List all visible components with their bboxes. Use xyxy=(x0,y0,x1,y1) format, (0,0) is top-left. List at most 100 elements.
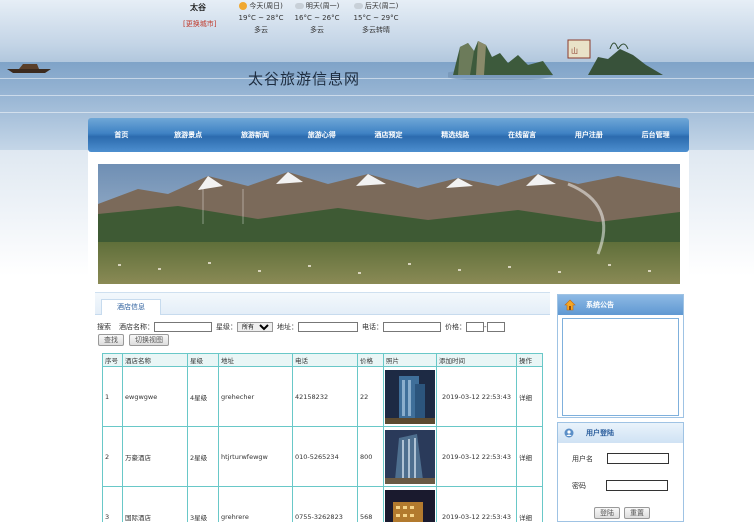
weather-day: 后天(周二) xyxy=(364,2,399,10)
hotel-photo-image[interactable] xyxy=(385,429,435,484)
cell-phone: 0755-3262823 xyxy=(292,486,358,522)
col-header-name: 酒店名称 xyxy=(122,353,188,367)
detail-link[interactable]: 详细 xyxy=(516,486,543,522)
wave-line xyxy=(0,95,754,96)
password-input[interactable] xyxy=(606,480,668,491)
col-header-photo: 照片 xyxy=(383,353,437,367)
nav-register[interactable]: 用户注册 xyxy=(555,130,622,140)
weather-temp: 19°C ~ 28°C xyxy=(238,14,284,22)
cell-phone: 010-5265234 xyxy=(292,426,358,487)
cell-price: 800 xyxy=(357,426,384,487)
nav-attractions[interactable]: 旅游景点 xyxy=(155,130,222,140)
weather-desc: 多云转晴 xyxy=(362,26,390,34)
cell-phone: 42158232 xyxy=(292,366,358,427)
cell-photo xyxy=(383,486,437,522)
col-header-phone: 电话 xyxy=(292,353,358,367)
weather-desc: 多云 xyxy=(310,26,324,34)
col-header-time: 添加时间 xyxy=(436,353,517,367)
reset-button[interactable]: 重置 xyxy=(624,507,650,519)
cell-star: 3星级 xyxy=(187,486,219,522)
weather-day-after: 后天(周二) 15°C ~ 29°C 多云转晴 xyxy=(346,0,406,36)
login-button[interactable]: 登陆 xyxy=(594,507,620,519)
table-row: 3 国际酒店 3星级 grehrere 0755-3262823 568 201… xyxy=(102,486,543,522)
switch-view-button[interactable]: 切换视图 xyxy=(129,334,169,346)
search-prefix-label: 搜索 xyxy=(97,323,111,331)
tab-hotel-info[interactable]: 酒店信息 xyxy=(101,299,161,315)
nav-admin[interactable]: 后台管理 xyxy=(622,130,689,140)
main-nav: 首页 旅游景点 旅游新闻 旅游心得 酒店预定 精选线路 在线留言 用户注册 后台… xyxy=(88,118,689,152)
col-header-action: 操作 xyxy=(516,353,543,367)
hotel-photo-image[interactable] xyxy=(385,369,435,424)
price-max-input[interactable] xyxy=(486,322,505,332)
wave-line xyxy=(0,112,754,113)
nav-hotel-booking[interactable]: 酒店预定 xyxy=(355,130,422,140)
cell-address: grehrere xyxy=(218,486,293,522)
hotel-photo-image[interactable] xyxy=(385,489,435,522)
city-name: 太谷 xyxy=(190,3,206,12)
cell-photo xyxy=(383,366,437,427)
banner-container xyxy=(88,152,689,287)
user-icon xyxy=(564,428,574,438)
weather-day: 今天(周日) xyxy=(249,2,283,10)
home-icon xyxy=(564,299,576,311)
col-header-star: 星级 xyxy=(187,353,219,367)
username-label: 用户名 xyxy=(572,454,593,463)
cell-no: 3 xyxy=(102,486,123,522)
phone-input[interactable] xyxy=(383,322,441,332)
weather-temp: 15°C ~ 29°C xyxy=(353,14,399,22)
hotel-name-input[interactable] xyxy=(154,322,212,332)
address-input[interactable] xyxy=(298,322,358,332)
weather-today: 今天(周日) 19°C ~ 28°C 多云 xyxy=(236,0,286,36)
col-header-price: 价格 xyxy=(357,353,384,367)
cell-photo xyxy=(383,426,437,487)
price-min-input[interactable] xyxy=(466,322,484,332)
username-input[interactable] xyxy=(607,453,669,464)
hotel-table: 序号 酒店名称 星级 地址 电话 价格 照片 添加时间 操作 1 ewgwgwe… xyxy=(102,353,543,522)
nav-guestbook[interactable]: 在线留言 xyxy=(489,130,556,140)
search-button[interactable]: 查找 xyxy=(98,334,124,346)
detail-link[interactable]: 详细 xyxy=(516,426,543,487)
nav-home[interactable]: 首页 xyxy=(88,130,155,140)
price-label: 价格： xyxy=(445,323,466,331)
star-label: 星级： xyxy=(216,323,237,331)
notice-box: 系统公告 xyxy=(557,294,684,418)
cell-no: 1 xyxy=(102,366,123,427)
action-buttons: 查找 切换视图 xyxy=(98,334,169,346)
col-header-address: 地址 xyxy=(218,353,293,367)
cell-address: htjrturwfewgw xyxy=(218,426,293,487)
side-background xyxy=(689,150,754,290)
cloud-icon xyxy=(294,3,304,9)
search-form: 搜索 酒店名称： 星级： 所有 地址： 电话： 价格： - xyxy=(97,321,547,333)
cell-name: 万豪酒店 xyxy=(122,426,188,487)
login-buttons: 登陆 重置 xyxy=(594,507,650,519)
boat-icon xyxy=(7,64,51,73)
star-select[interactable]: 所有 xyxy=(237,322,273,332)
password-row: 密码 xyxy=(558,480,683,491)
svg-text:山: 山 xyxy=(571,46,578,55)
hotel-name-label: 酒店名称： xyxy=(119,323,154,331)
weather-day: 明天(周一) xyxy=(305,2,340,10)
landscape-banner-image xyxy=(98,164,680,284)
table-row: 2 万豪酒店 2星级 htjrturwfewgw 010-5265234 800… xyxy=(102,426,543,487)
table-row: 1 ewgwgwe 4星级 grehecher 42158232 22 2019… xyxy=(102,366,543,427)
notice-content xyxy=(562,318,679,416)
notice-header: 系统公告 xyxy=(558,295,683,315)
nav-routes[interactable]: 精选线路 xyxy=(422,130,489,140)
nav-news[interactable]: 旅游新闻 xyxy=(222,130,289,140)
nav-experiences[interactable]: 旅游心得 xyxy=(288,130,355,140)
side-background xyxy=(0,150,88,290)
detail-link[interactable]: 详细 xyxy=(516,366,543,427)
cell-no: 2 xyxy=(102,426,123,487)
cell-name: ewgwgwe xyxy=(122,366,188,427)
table-header-row: 序号 酒店名称 星级 地址 电话 价格 照片 添加时间 操作 xyxy=(102,353,543,367)
cloud-icon xyxy=(353,3,363,9)
cell-star: 4星级 xyxy=(187,366,219,427)
weather-desc: 多云 xyxy=(254,26,268,34)
switch-city-link[interactable]: [更换城市] xyxy=(183,19,216,29)
username-row: 用户名 xyxy=(558,453,683,464)
rock-islands-image: 山 xyxy=(448,39,663,80)
cell-name: 国际酒店 xyxy=(122,486,188,522)
cell-time: 2019-03-12 22:53:43 xyxy=(436,426,517,487)
cell-time: 2019-03-12 22:53:43 xyxy=(436,486,517,522)
cell-star: 2星级 xyxy=(187,426,219,487)
